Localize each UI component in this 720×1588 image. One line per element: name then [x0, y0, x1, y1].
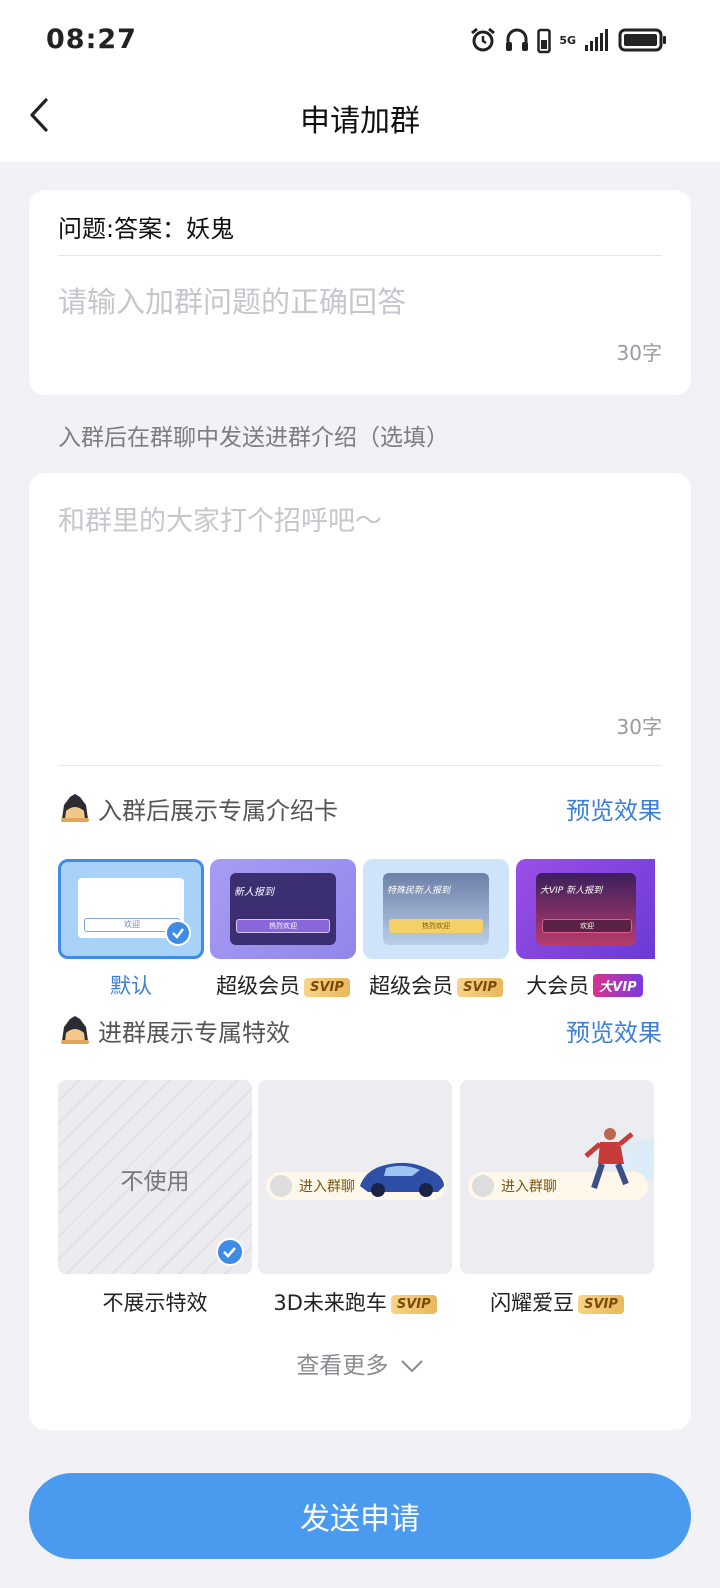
card-preview-button: 欢迎 [542, 919, 632, 933]
effects-title: 进群展示专属特效 [98, 1018, 290, 1047]
intro-card-label-vip: 大会员 大VIP [514, 970, 655, 1000]
network-label: 5G [559, 33, 576, 47]
effect-tile-3d-car[interactable]: 进入群聊 [258, 1080, 452, 1274]
nav-bar: 申请加群 [0, 80, 720, 162]
effect-tile-none[interactable]: 不使用 [58, 1080, 252, 1274]
effects-preview-link[interactable]: 预览效果 [566, 1013, 662, 1048]
intro-card-title: 入群后展示专属介绍卡 [98, 796, 338, 825]
divider [58, 255, 662, 256]
check-icon [165, 920, 191, 946]
battery-icon [618, 28, 666, 52]
send-request-button[interactable]: 发送申请 [29, 1473, 691, 1559]
see-more-label: 查看更多 [296, 1353, 389, 1379]
page-title: 申请加群 [300, 104, 420, 139]
status-bar: 08:27 5G [0, 0, 720, 80]
effect-tile-idol[interactable]: 进入群聊 [460, 1080, 654, 1274]
effect-label-none: 不展示特效 [102, 1291, 208, 1315]
crown-icon [61, 1016, 89, 1044]
intro-counter: 30字 [616, 715, 662, 739]
intro-card-header: 入群后展示专属介绍卡 预览效果 [58, 788, 662, 828]
question-card: 问题:答案：妖鬼 30字 [29, 190, 691, 395]
intro-card: 30字 入群后展示专属介绍卡 预览效果 欢迎 默认 新人报到 热烈欢迎 超级会员… [29, 473, 691, 1430]
crown-icon [61, 794, 89, 822]
effect-tile-text: 不使用 [120, 1169, 190, 1195]
status-time: 08:27 [46, 24, 137, 55]
svip-badge: SVIP [390, 1295, 437, 1314]
intro-card-label-default: 默认 [110, 974, 152, 998]
sports-car-icon [360, 1162, 444, 1197]
avatar [270, 1175, 292, 1197]
intro-card-svip-2[interactable]: 特殊民新人报到 热烈欢迎 [363, 859, 509, 959]
answer-counter: 30字 [616, 341, 662, 365]
card-banner: 大VIP 新人报到 [540, 886, 603, 896]
divider [58, 765, 662, 766]
status-icons: 5G [469, 26, 668, 54]
intro-card-default[interactable]: 欢迎 [58, 859, 204, 959]
headphones-icon [506, 28, 529, 51]
alarm-icon [471, 27, 496, 52]
card-preview-button: 热烈欢迎 [389, 919, 483, 933]
effect-label-idol: 闪耀爱豆 SVIP [457, 1287, 657, 1317]
effect-tile-text: 进入群聊 [299, 1179, 355, 1195]
card-banner: 新人报到 [234, 887, 274, 898]
intro-section-label: 入群后在群聊中发送进群介绍（选填） [58, 425, 449, 451]
svip-badge: SVIP [457, 978, 503, 997]
intro-card-vip[interactable]: 大VIP 新人报到 欢迎 [516, 859, 655, 959]
question-text: 问题:答案：妖鬼 [58, 215, 235, 243]
effects-header: 进群展示专属特效 预览效果 [58, 1010, 662, 1050]
intro-card-svip-1[interactable]: 新人报到 热烈欢迎 [210, 859, 356, 959]
check-icon [216, 1238, 244, 1266]
svip-badge: SVIP [578, 1295, 624, 1314]
intro-card-label-svip-1: 超级会员 SVIP [208, 970, 358, 1000]
phone-battery-icon [537, 28, 552, 54]
vip-badge: 大VIP [593, 974, 643, 997]
chevron-down-icon [400, 1360, 423, 1373]
signal-icon [585, 29, 608, 51]
card-preview-button: 热烈欢迎 [236, 919, 330, 933]
intro-card-preview-link[interactable]: 预览效果 [566, 791, 662, 826]
card-banner: 特殊民新人报到 [387, 886, 451, 896]
intro-input[interactable] [58, 499, 658, 699]
svip-badge: SVIP [304, 978, 350, 997]
dancer-icon [584, 1128, 634, 1189]
intro-card-label-svip-2: 超级会员 SVIP [361, 970, 511, 1000]
answer-input[interactable] [58, 285, 618, 319]
effect-tile-text: 进入群聊 [501, 1179, 557, 1195]
effect-label-3d-car: 3D未来跑车 SVIP [255, 1287, 455, 1317]
see-more-link[interactable]: 查看更多 [29, 1346, 691, 1380]
avatar [472, 1175, 494, 1197]
